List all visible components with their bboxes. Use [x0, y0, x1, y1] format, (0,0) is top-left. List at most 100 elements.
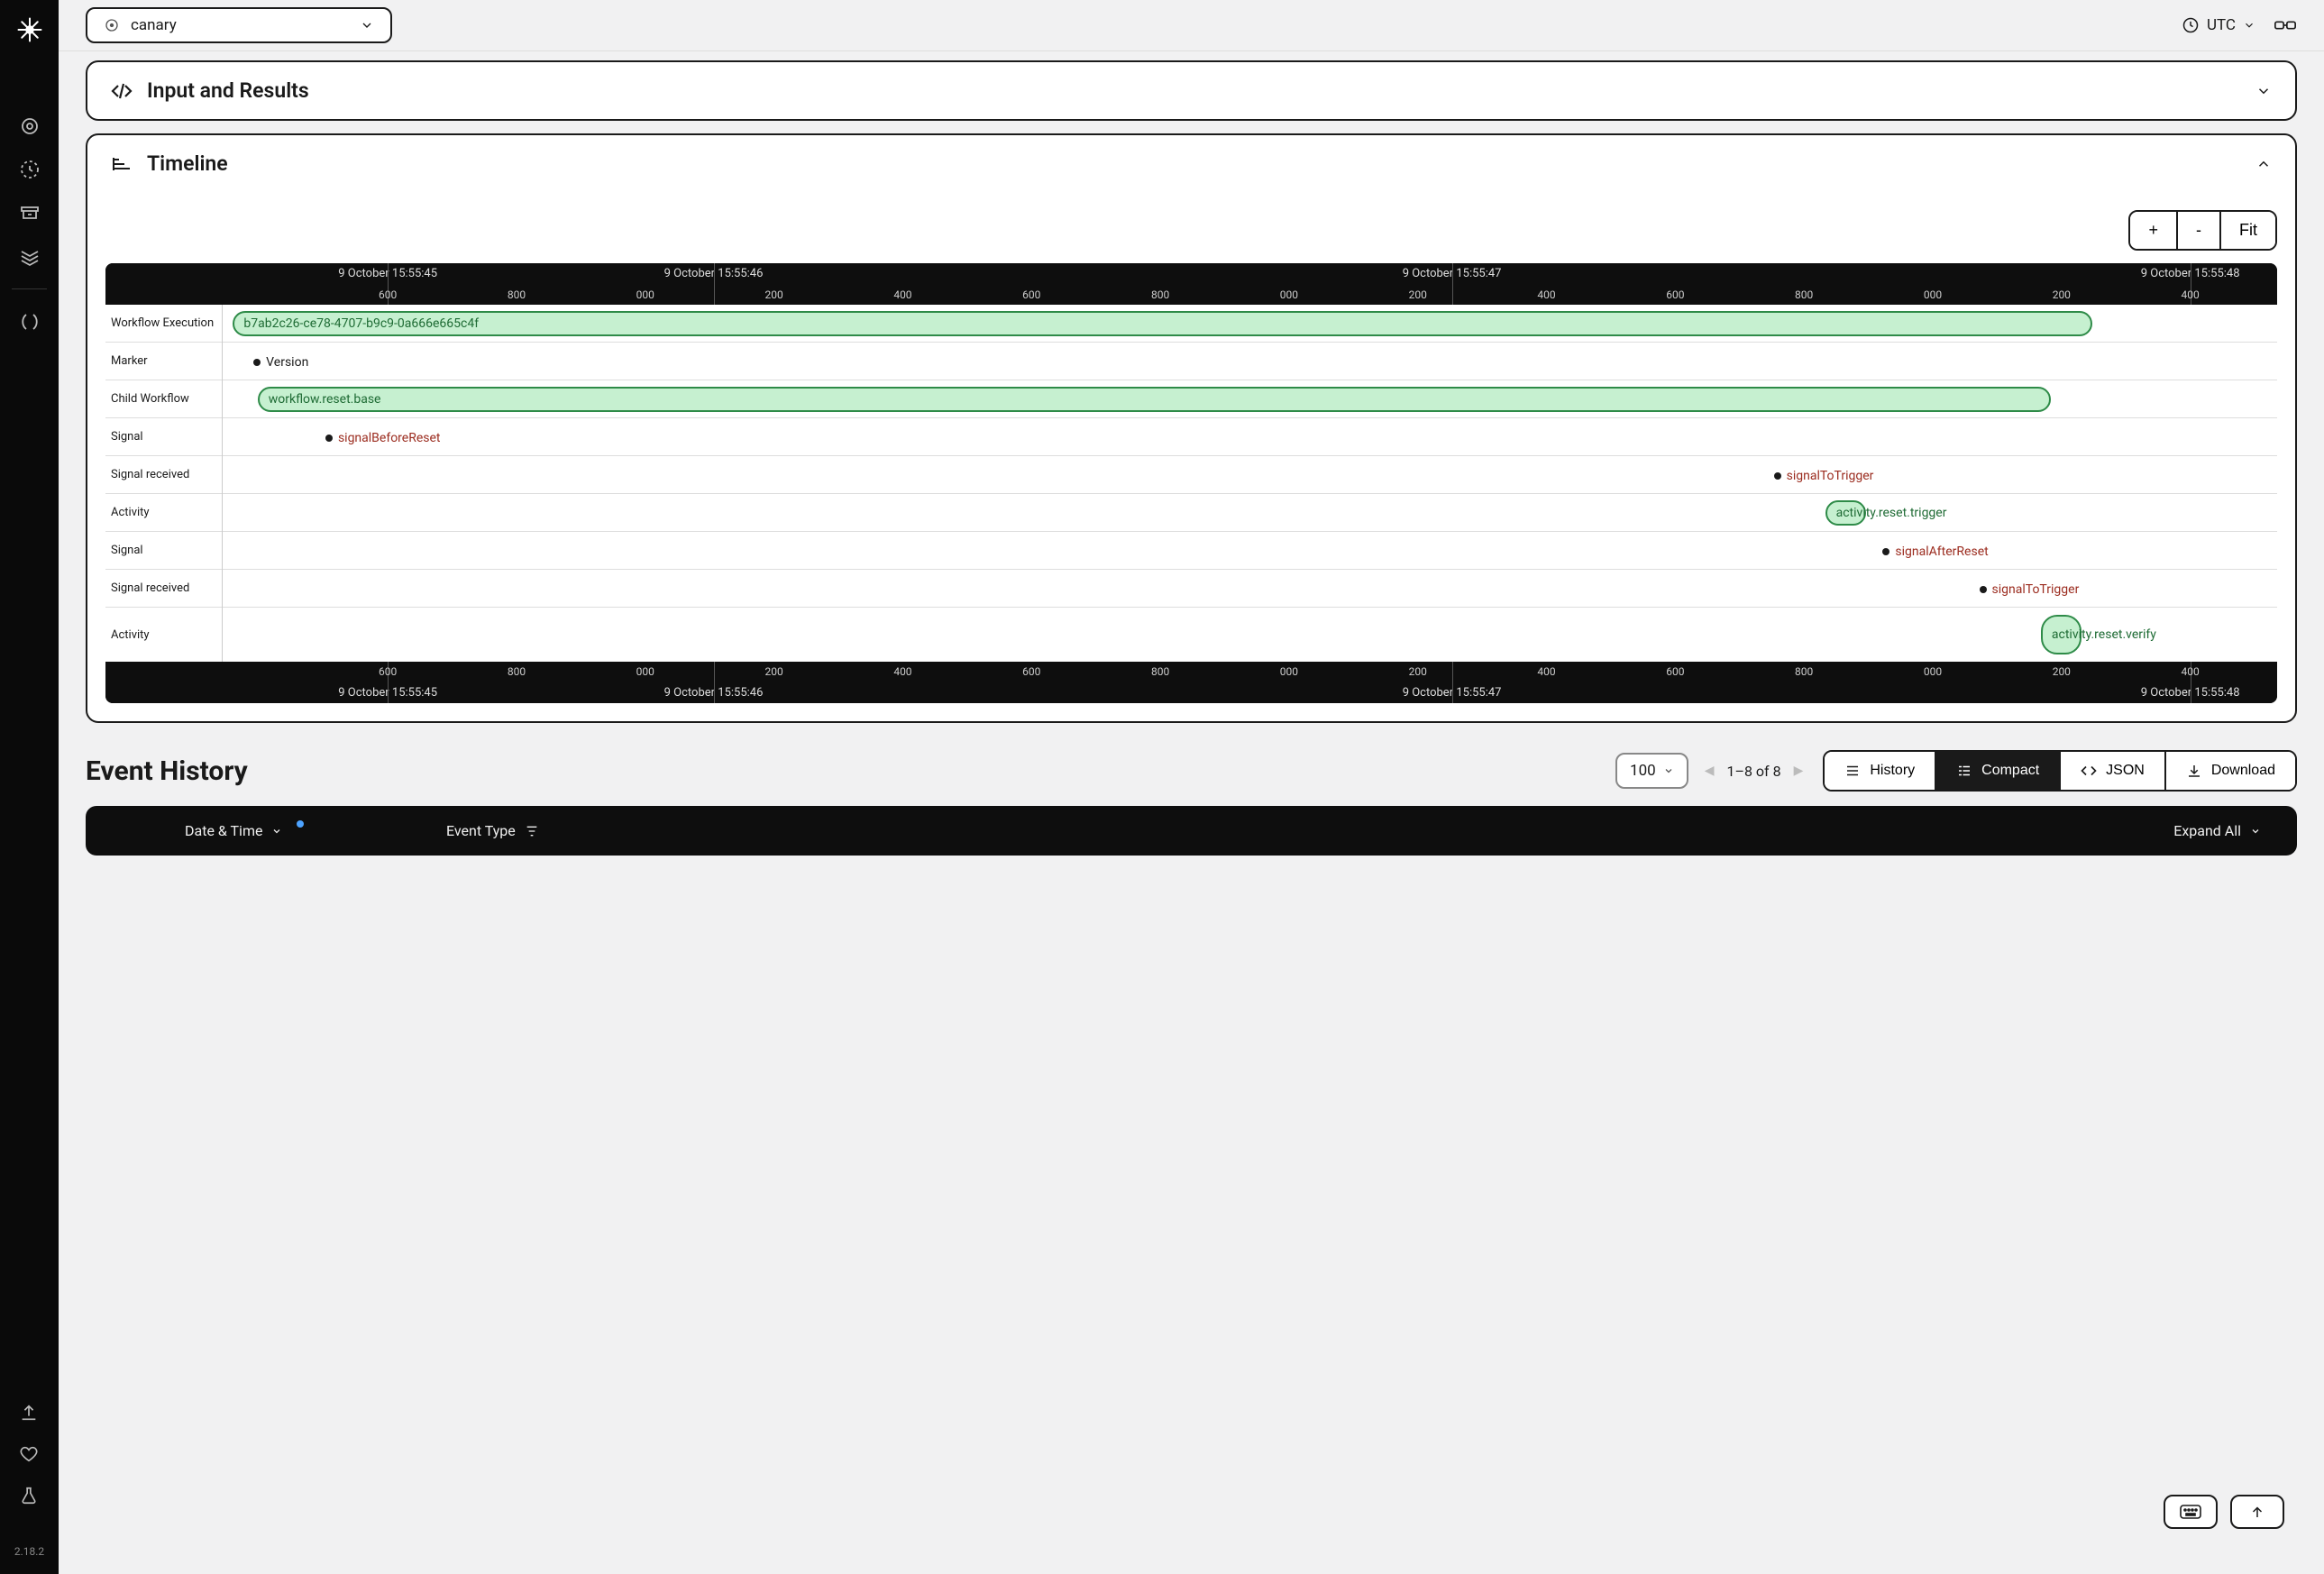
version-label: 2.18.2	[14, 1545, 44, 1558]
axis-minor-tick: 800	[508, 665, 526, 678]
timeline-lane-label: Activity	[105, 494, 222, 532]
timeline-lane-label: Activity	[105, 608, 222, 662]
clock-icon	[2182, 16, 2200, 34]
archive-icon[interactable]	[19, 202, 41, 224]
axis-minor-tick: 800	[1795, 665, 1813, 678]
timeline-axis-bottom: 9 October 15:55:459 October 15:55:469 Oc…	[105, 662, 2277, 703]
timezone-select[interactable]: UTC	[2182, 16, 2255, 34]
event-history-title: Event History	[86, 755, 248, 787]
timeline-event[interactable]: signalAfterReset	[1882, 544, 1988, 559]
axis-minor-tick: 200	[1409, 665, 1427, 678]
zoom-out-button[interactable]: -	[2178, 212, 2221, 249]
axis-minor-tick: 800	[508, 288, 526, 301]
timeline-event[interactable]: signalToTrigger	[1774, 469, 1874, 483]
timeline-event[interactable]: signalToTrigger	[1980, 582, 2080, 597]
timeline-span[interactable]: workflow.reset.base	[258, 387, 2052, 412]
axis-minor-tick: 600	[379, 288, 397, 301]
keyboard-shortcuts-button[interactable]	[2164, 1495, 2218, 1529]
expand-all-button[interactable]: Expand All	[2173, 822, 2261, 839]
view-history-button[interactable]: History	[1825, 752, 1936, 790]
target-icon	[104, 17, 120, 33]
axis-minor-tick: 000	[1924, 665, 1942, 678]
timeline-event[interactable]: signalBeforeReset	[325, 431, 441, 445]
axis-minor-tick: 000	[1924, 288, 1942, 301]
topbar: canary UTC	[59, 0, 2324, 51]
schedules-icon[interactable]	[19, 159, 41, 180]
page-size-select[interactable]: 100	[1615, 753, 1688, 789]
timeline-lane: workflow.reset.base	[223, 380, 2277, 418]
timeline-icon	[111, 153, 133, 175]
axis-minor-tick: 800	[1151, 665, 1169, 678]
timezone-value: UTC	[2207, 16, 2236, 34]
next-page-button[interactable]: ▶	[1790, 764, 1807, 778]
column-event-type[interactable]: Event Type	[446, 822, 539, 839]
axis-minor-tick: 400	[893, 288, 911, 301]
timeline-lane-labels: Workflow ExecutionMarkerChild WorkflowSi…	[105, 305, 223, 662]
page-size-value: 100	[1630, 762, 1656, 780]
timeline-lane-label: Marker	[105, 343, 222, 380]
axis-minor-tick: 600	[1022, 288, 1040, 301]
namespace-value: canary	[131, 16, 177, 34]
timeline-lane-label: Child Workflow	[105, 380, 222, 418]
timeline-header[interactable]: Timeline	[87, 135, 2295, 192]
event-history-columns: Date & Time Event Type Expand All	[86, 806, 2297, 856]
batch-icon[interactable]	[19, 245, 41, 267]
panel-title: Input and Results	[147, 78, 309, 103]
prev-page-button[interactable]: ◀	[1701, 764, 1718, 778]
column-event-type-label: Event Type	[446, 822, 516, 839]
chevron-down-icon	[1663, 765, 1674, 776]
axis-minor-tick: 400	[2182, 288, 2200, 301]
download-button[interactable]: Download	[2166, 752, 2295, 790]
axis-minor-tick: 000	[1280, 665, 1298, 678]
namespaces-icon[interactable]	[19, 311, 41, 333]
namespace-select[interactable]: canary	[86, 7, 392, 43]
main: canary UTC	[59, 0, 2324, 1574]
timeline-lane-label: Signal	[105, 418, 222, 456]
view-history-label: History	[1870, 763, 1915, 779]
filter-active-badge	[297, 820, 304, 828]
logo-icon[interactable]	[16, 16, 43, 43]
scroll-top-button[interactable]	[2230, 1495, 2284, 1529]
timeline-lane-label: Workflow Execution	[105, 305, 222, 343]
filter-icon	[525, 824, 539, 838]
input-results-panel[interactable]: Input and Results	[86, 60, 2297, 121]
workflows-icon[interactable]	[19, 115, 41, 137]
heart-icon[interactable]	[19, 1444, 41, 1466]
view-compact-button[interactable]: Compact	[1936, 752, 2061, 790]
settings-icon[interactable]	[2274, 16, 2297, 34]
timeline-span[interactable]: activity.reset.verify	[2041, 615, 2082, 654]
axis-minor-tick: 000	[1280, 288, 1298, 301]
download-label: Download	[2211, 763, 2275, 779]
axis-minor-tick: 000	[636, 288, 654, 301]
zoom-controls: + - Fit	[2128, 210, 2277, 251]
axis-minor-tick: 200	[2053, 288, 2071, 301]
timeline-lane: signalAfterReset	[223, 532, 2277, 570]
column-date[interactable]: Date & Time	[185, 822, 419, 839]
column-date-label: Date & Time	[185, 822, 262, 839]
timeline-lane: signalToTrigger	[223, 570, 2277, 608]
timeline-span[interactable]: activity.reset.trigger	[1825, 500, 1867, 526]
chevron-down-icon	[271, 826, 282, 837]
timeline-lane-label: Signal	[105, 532, 222, 570]
timeline-lane: activity.reset.verify	[223, 608, 2277, 662]
labs-icon[interactable]	[19, 1486, 41, 1507]
chevron-up-icon	[2255, 156, 2272, 172]
zoom-fit-button[interactable]: Fit	[2221, 212, 2275, 249]
timeline-lane-label: Signal received	[105, 570, 222, 608]
axis-minor-tick: 600	[1666, 665, 1684, 678]
expand-all-label: Expand All	[2173, 822, 2241, 839]
axis-minor-tick: 800	[1151, 288, 1169, 301]
axis-minor-tick: 600	[1022, 665, 1040, 678]
timeline-lane: b7ab2c26-ce78-4707-b9c9-0a666e665c4f	[223, 305, 2277, 343]
upload-icon[interactable]	[19, 1403, 41, 1424]
axis-minor-tick: 400	[893, 665, 911, 678]
timeline-lanes: b7ab2c26-ce78-4707-b9c9-0a666e665c4f Vers…	[223, 305, 2277, 662]
axis-minor-tick: 600	[379, 665, 397, 678]
view-json-button[interactable]: JSON	[2061, 752, 2166, 790]
axis-minor-tick: 400	[1537, 288, 1555, 301]
zoom-in-button[interactable]: +	[2130, 212, 2178, 249]
timeline-span[interactable]: b7ab2c26-ce78-4707-b9c9-0a666e665c4f	[233, 311, 2091, 336]
pagination: ◀ 1–8 of 8 ▶	[1701, 763, 1807, 780]
chevron-down-icon	[2255, 83, 2272, 99]
timeline-event[interactable]: Version	[253, 355, 308, 370]
